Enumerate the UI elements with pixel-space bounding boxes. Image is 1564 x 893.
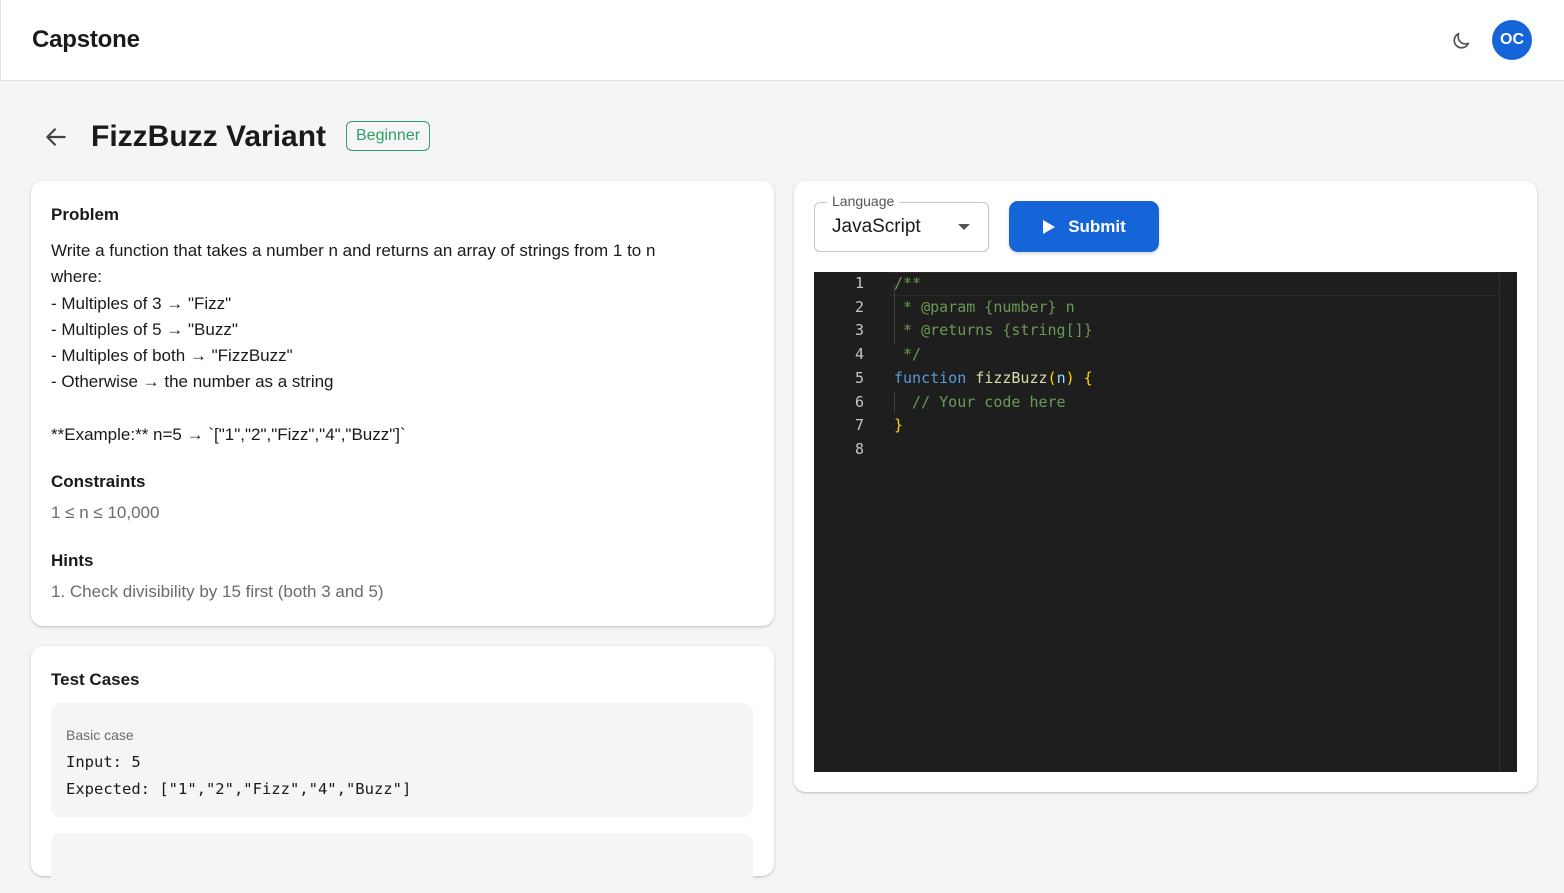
line-number: 7 xyxy=(854,416,864,435)
line-number: 2 xyxy=(854,297,864,316)
code-brace: { xyxy=(1083,368,1093,387)
arrow-left-icon xyxy=(46,128,66,146)
problem-card: Problem Write a function that takes a nu… xyxy=(31,181,774,626)
problem-description: Write a function that takes a number n a… xyxy=(51,238,741,448)
code-line: // Your code here xyxy=(894,392,1066,411)
code-bracket: ) xyxy=(1065,368,1075,387)
test-case-item: Basic case Input: 5 Expected: ["1","2","… xyxy=(51,703,753,817)
code-line: * @returns {string[]} xyxy=(894,321,1093,340)
caret-down-icon xyxy=(958,224,970,230)
description-line: - Multiples of both → "FizzBuzz" xyxy=(51,346,293,366)
line-number: 5 xyxy=(854,368,864,387)
submit-label: Submit xyxy=(1068,216,1126,236)
problem-heading: Problem xyxy=(51,205,120,224)
moon-icon xyxy=(1453,32,1470,49)
description-line: **Example:** n=5 → `["1","2","Fizz","4",… xyxy=(51,425,406,445)
code-editor[interactable]: 1 2 3 4 5 6 7 8 /** * @param {number} n … xyxy=(814,272,1517,772)
language-label: Language xyxy=(827,193,900,209)
code-parameter: n xyxy=(1056,368,1066,387)
constraints-text: 1 ≤ n ≤ 10,000 xyxy=(51,503,160,522)
test-case-item xyxy=(51,833,753,893)
current-line-highlight xyxy=(890,272,1500,296)
constraints-heading: Constraints xyxy=(51,472,146,491)
code-function-name: fizzBuzz xyxy=(975,368,1048,387)
test-case-expected: Expected: ["1","2","Fizz","4","Buzz"] xyxy=(66,780,412,798)
test-cases-card: Test Cases Basic case Input: 5 Expected:… xyxy=(31,646,774,893)
hint-item: 1. Check divisibility by 15 first (both … xyxy=(51,582,384,601)
editor-card: Language JavaScript Submit 1 2 3 4 5 6 7… xyxy=(794,181,1537,792)
brand-logo[interactable]: Capstone xyxy=(32,26,140,54)
language-value: JavaScript xyxy=(832,216,921,237)
code-line: * @param {number} n xyxy=(894,297,1075,316)
line-number: 3 xyxy=(854,321,864,340)
description-line xyxy=(51,396,741,422)
code-bracket: ( xyxy=(1047,368,1057,387)
difficulty-badge: Beginner xyxy=(346,121,431,151)
test-cases-heading: Test Cases xyxy=(51,670,140,689)
description-line: where: xyxy=(51,267,103,287)
line-number-gutter: 1 2 3 4 5 6 7 8 xyxy=(814,272,872,772)
code-line: */ xyxy=(894,345,922,364)
page-title: FizzBuzz Variant xyxy=(91,120,327,153)
user-avatar[interactable]: OC xyxy=(1492,20,1532,60)
app-bar: Capstone OC xyxy=(0,0,1564,81)
line-number: 1 xyxy=(854,274,864,292)
line-number: 4 xyxy=(854,345,864,364)
code-keyword: function xyxy=(894,368,967,387)
code-line: function fizzBuzz(n) { xyxy=(894,367,1093,391)
line-number: 8 xyxy=(854,439,864,458)
hints-heading: Hints xyxy=(51,551,94,570)
play-icon xyxy=(1043,219,1056,234)
description-line: - Multiples of 3 → "Fizz" xyxy=(51,293,232,313)
submit-button[interactable]: Submit xyxy=(1009,201,1159,252)
description-line: - Multiples of 5 → "Buzz" xyxy=(51,319,238,339)
editor-scrollbar-track xyxy=(1499,272,1500,772)
description-line: Write a function that takes a number n a… xyxy=(51,241,656,260)
test-case-input: Input: 5 xyxy=(66,753,141,771)
code-line: /** xyxy=(894,274,922,292)
challenge-header: FizzBuzz Variant Beginner xyxy=(30,112,730,162)
back-button[interactable] xyxy=(40,122,72,152)
language-select[interactable]: Language JavaScript xyxy=(814,193,989,252)
test-case-label: Basic case xyxy=(66,727,134,743)
line-number: 6 xyxy=(854,392,864,411)
description-line: - Otherwise → the number as a string xyxy=(51,372,334,392)
code-line: } xyxy=(894,416,904,435)
theme-toggle-button[interactable] xyxy=(1447,27,1475,55)
